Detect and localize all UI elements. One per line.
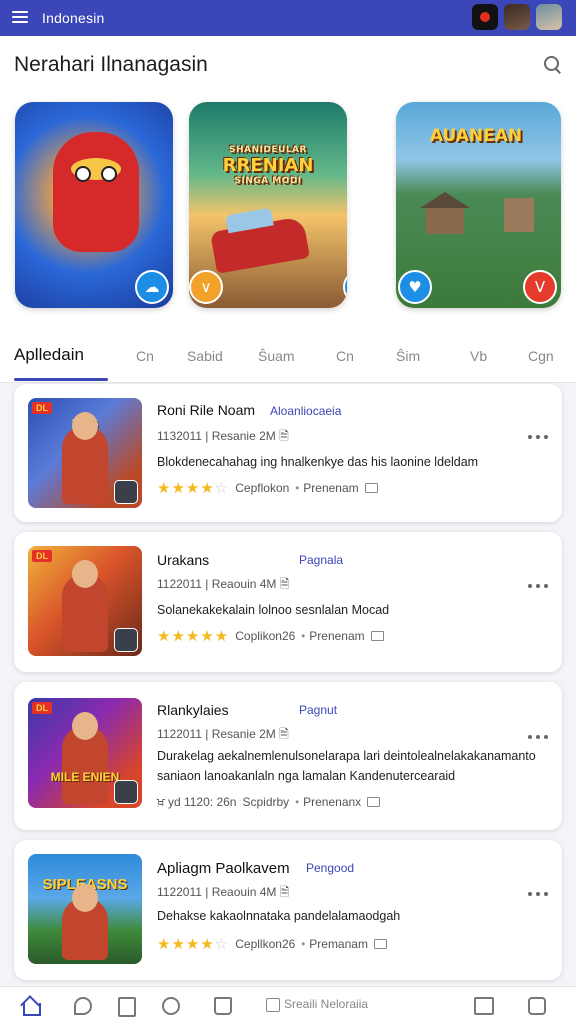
app-name: Roni Rile Noam: [157, 402, 256, 418]
list-item[interactable]: DL Urakans Pagnala 1122011 | Reaouin 4M …: [14, 532, 562, 672]
hut-illustration: [420, 192, 470, 234]
vip-icon[interactable]: V: [523, 270, 557, 304]
star-rating: ★★★★☆: [157, 935, 230, 953]
app-description: Durakelag aekalnemlenulsonelarapa lari d…: [157, 749, 536, 783]
star-rating: ★★★★★: [157, 627, 230, 645]
app-thumbnail: DL: [28, 546, 142, 656]
app-tag[interactable]: Pagnala: [299, 553, 343, 567]
tab-featured[interactable]: Aplledain: [14, 345, 84, 365]
cloud-icon[interactable]: ☁: [135, 270, 169, 304]
app-icon: [114, 628, 138, 652]
car-illustration: [210, 216, 310, 274]
rating-row: ★★★★☆ Cepllkon26 ⬩ Premanam: [157, 935, 387, 953]
heart-icon[interactable]: ♥: [398, 270, 432, 304]
bottom-nav: Sreaili Neloraiia: [0, 986, 576, 1025]
tab-category[interactable]: Cn: [136, 348, 154, 364]
featured-card-village[interactable]: AUANEAN ♥ V: [396, 102, 561, 308]
app-icon: [114, 480, 138, 504]
rating-row: ★★★★☆ Cepflokon ⬩ Prenenam: [157, 479, 378, 497]
tower-illustration: [504, 198, 534, 232]
app-thumbnail: DL MIS: [28, 398, 142, 508]
list-item[interactable]: SIPLEASNS Apliagm Paolkavem Pengood 1122…: [14, 840, 562, 980]
app-meta: 1122011 | Resanie 2M 🗎: [157, 727, 289, 741]
star-rating: ★★★★☆: [157, 479, 230, 497]
gear-icon[interactable]: [162, 997, 180, 1015]
hero-character: [53, 132, 139, 252]
home-icon[interactable]: [22, 997, 41, 1016]
tag-icon: ⬩: [301, 937, 306, 950]
app-description: Dehakse kakaolnnataka pandelalamaodgah: [157, 909, 401, 923]
tv-icon: [373, 939, 387, 949]
category-tabs: Aplledain Cn Sabid Ŝuam Cn Ŝim Vb Cgn: [0, 326, 576, 383]
more-icon[interactable]: [528, 435, 548, 439]
app-description: Solanekakekalain lolnoo sesnlalan Mocad: [157, 603, 390, 617]
topbar-title: Indonesin: [42, 10, 105, 26]
search-icon[interactable]: [544, 56, 560, 72]
app-icon: [114, 780, 138, 804]
featured-carousel: ☁ SHANIDEULAR RRENIAN SINGA MODI ∨ ⤢ AUA…: [0, 94, 576, 326]
avatar[interactable]: [536, 4, 562, 30]
tag-icon: ⬩: [301, 629, 306, 642]
more-icon[interactable]: [528, 892, 548, 896]
featured-card-racing[interactable]: SHANIDEULAR RRENIAN SINGA MODI ∨ ⤢: [189, 102, 347, 308]
document-icon[interactable]: [118, 997, 136, 1017]
game-logo: AUANEAN: [429, 126, 523, 146]
bottom-search[interactable]: Sreaili Neloraiia: [266, 997, 368, 1012]
app-meta: 1132011 | Resanie 2M 🗎: [157, 429, 289, 443]
app-name: Apliagm Paolkavem: [157, 860, 290, 877]
app-tag[interactable]: Aloanliocaeia: [270, 404, 341, 418]
more-icon[interactable]: [528, 735, 548, 739]
app-thumbnail: DL MILE ENIEN: [28, 698, 142, 808]
app-tag[interactable]: Pagnut: [299, 703, 337, 717]
list-item[interactable]: DL MILE ENIEN Rlankylaies Pagnut 1122011…: [14, 682, 562, 830]
more-icon[interactable]: [528, 584, 548, 588]
app-thumbnail: SIPLEASNS: [28, 854, 142, 964]
book-icon[interactable]: [474, 997, 494, 1015]
top-avatars: [472, 4, 562, 30]
avatar[interactable]: [504, 4, 530, 30]
tab-category[interactable]: Cgn: [528, 348, 554, 364]
tab-category[interactable]: Vb: [470, 348, 487, 364]
featured-card-hero[interactable]: ☁: [15, 102, 173, 308]
game-logo: SHANIDEULAR RRENIAN SINGA MODI: [222, 145, 314, 186]
app-name: Urakans: [157, 552, 210, 568]
app-description: Blokdenecahahag ing hnalkenkye das his l…: [157, 455, 479, 469]
app-meta: 1122011 | Reaouin 4M 🗎: [157, 577, 290, 591]
share-icon[interactable]: ⤢: [343, 270, 347, 304]
rating-row: ★★★★★ Coplikon26 ⬩ Prenenam: [157, 627, 384, 645]
page-title: Nerahari Ilnanagasin: [14, 53, 208, 76]
app-tag[interactable]: Pengood: [306, 861, 354, 875]
tab-underline: [14, 378, 108, 381]
record-icon[interactable]: [472, 4, 498, 30]
page-header: Nerahari Ilnanagasin: [0, 36, 576, 94]
list-item[interactable]: DL MIS Roni Rile Noam Aloanliocaeia 1132…: [14, 384, 562, 522]
tag-icon: ⬩: [295, 481, 300, 494]
top-bar: Indonesin: [0, 0, 576, 36]
tab-category[interactable]: Ŝim: [396, 348, 420, 364]
app-meta: 1122011 | Reaouin 4M 🗎: [157, 885, 290, 899]
rating-row: ਖ਼ yd 1120: 26n Scpidrby ⬩ Prenenanx: [157, 794, 381, 810]
app-name: Rlankylaies: [157, 702, 229, 718]
chevron-down-icon[interactable]: ∨: [189, 270, 223, 304]
tag-icon: ⬩: [295, 795, 300, 808]
tab-category[interactable]: Cn: [336, 348, 354, 364]
clock-icon[interactable]: [528, 997, 546, 1015]
tv-icon: [370, 631, 384, 641]
tv-icon: [364, 483, 378, 493]
chat-icon[interactable]: [74, 997, 92, 1015]
bag-icon[interactable]: [214, 997, 232, 1015]
search-box-icon: [266, 997, 280, 1012]
tab-category[interactable]: Sabid: [187, 348, 223, 364]
menu-icon[interactable]: [12, 11, 30, 25]
tab-category[interactable]: Ŝuam: [258, 348, 295, 364]
tv-icon: [367, 797, 381, 807]
